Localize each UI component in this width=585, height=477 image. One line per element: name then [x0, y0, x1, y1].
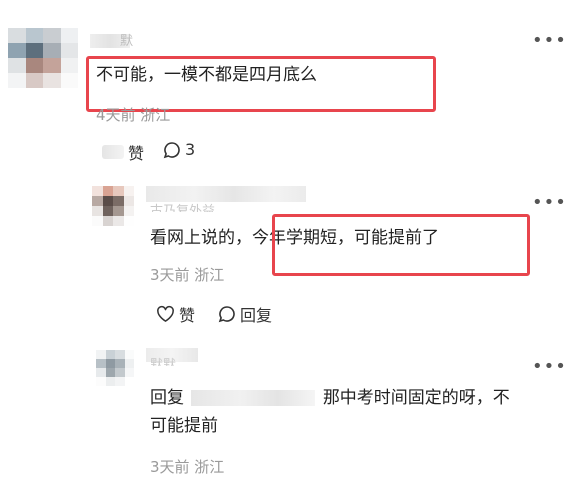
username-partial: 默默	[150, 358, 177, 366]
reply-label: 回复	[240, 306, 273, 325]
comment-icon	[218, 306, 235, 323]
mentioned-user-blurred[interactable]	[191, 390, 316, 406]
reply-button[interactable]: 回复	[218, 302, 272, 326]
reply-prefix: 回复	[150, 388, 184, 408]
more-icon[interactable]: •••	[532, 32, 567, 50]
heart-icon-blurred	[102, 145, 124, 159]
like-button[interactable]: 赞	[102, 140, 144, 164]
username-partial: 默	[120, 34, 134, 49]
comment-meta: 4天前 浙江	[96, 106, 171, 124]
reply-text-line2: 可能提前	[150, 416, 218, 436]
avatar[interactable]	[8, 28, 78, 88]
avatar[interactable]	[92, 186, 134, 226]
more-icon[interactable]: •••	[532, 358, 567, 376]
username-partial: 古乃复外益	[150, 204, 216, 212]
reply-text-line1: 回复 那中考时间固定的呀，不	[150, 384, 560, 412]
comment-meta: 3天前 浙江	[150, 266, 225, 284]
comment-count-button[interactable]: 3	[163, 140, 195, 159]
reply-suffix: 那中考时间固定的呀，不	[322, 388, 510, 408]
comment-meta: 3天前 浙江	[150, 458, 225, 476]
comment-icon	[163, 141, 180, 158]
like-label: 赞	[128, 144, 145, 163]
highlight-box	[272, 214, 530, 276]
like-button[interactable]: 赞	[156, 302, 195, 326]
more-icon[interactable]: •••	[532, 194, 567, 212]
avatar[interactable]	[96, 350, 134, 386]
comment-count: 3	[185, 140, 196, 159]
like-label: 赞	[179, 306, 196, 325]
heart-icon	[157, 305, 174, 322]
